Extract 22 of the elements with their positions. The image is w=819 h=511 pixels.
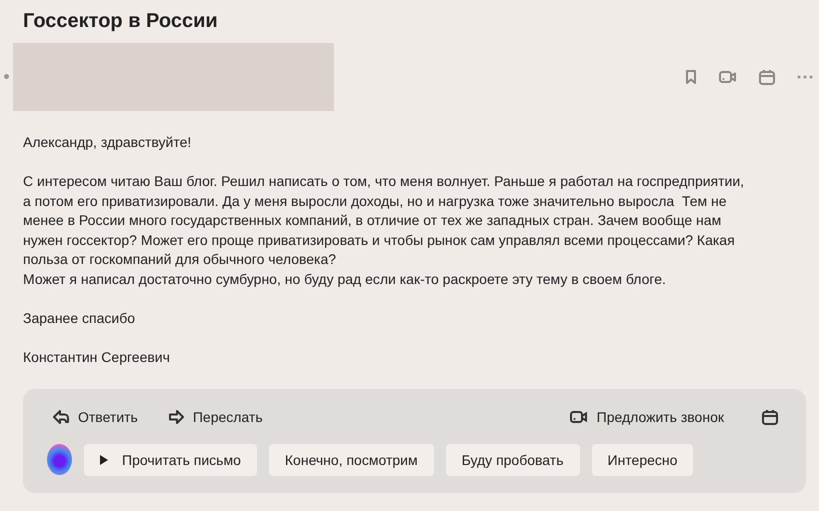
suggest-call-button[interactable]: Предложить звонок [564, 408, 736, 424]
forward-button[interactable]: Переслать [162, 408, 275, 424]
read-aloud-button[interactable]: Прочитать письмо [84, 444, 257, 476]
video-camera-icon[interactable] [719, 70, 737, 84]
email-subject: Госсектор в России [22, 9, 219, 33]
status-dot-icon [4, 74, 9, 79]
play-icon [100, 454, 108, 464]
message-paragraph: С интересом читаю Ваш блог. Решил написать о том, что меня волнует. Раньше я работал на госпредприятии, а потом его приватизировали. Да у меня выросли доходы, но и нагрузка тоже значительно выросла Тем не менее в России много государственных компаний, в отличие от тех же западных стран. Зачем вообще нам нужен госсектор? Может его проще приватизировать и чтобы рынок сам управлял всеми процессами? Какая польза от госкомпаний для обычного человека? Может я написал достаточно сумбурно, но буду рад если как-то раскроете эту тему в своем блоге. [23, 172, 746, 289]
more-icon[interactable] [797, 74, 813, 78]
calendar-icon[interactable] [762, 408, 778, 424]
video-camera-icon [570, 410, 588, 424]
reply-button[interactable]: Ответить [47, 408, 150, 424]
message-paragraph: Александр, здравствуйте! [23, 133, 192, 152]
forward-arrow-icon [168, 410, 184, 424]
quick-reply-button[interactable]: Буду пробовать [446, 444, 580, 476]
quick-reply-button[interactable]: Интересно [592, 444, 694, 476]
reply-arrow-icon [53, 410, 69, 424]
quick-reply-button[interactable]: Конечно, посмотрим [268, 444, 434, 476]
assistant-orb-icon[interactable] [47, 444, 72, 475]
message-paragraph: Заранее спасибо [23, 308, 136, 328]
message-paragraph: Константин Сергеевич [23, 348, 171, 367]
bookmark-icon[interactable] [685, 70, 697, 84]
